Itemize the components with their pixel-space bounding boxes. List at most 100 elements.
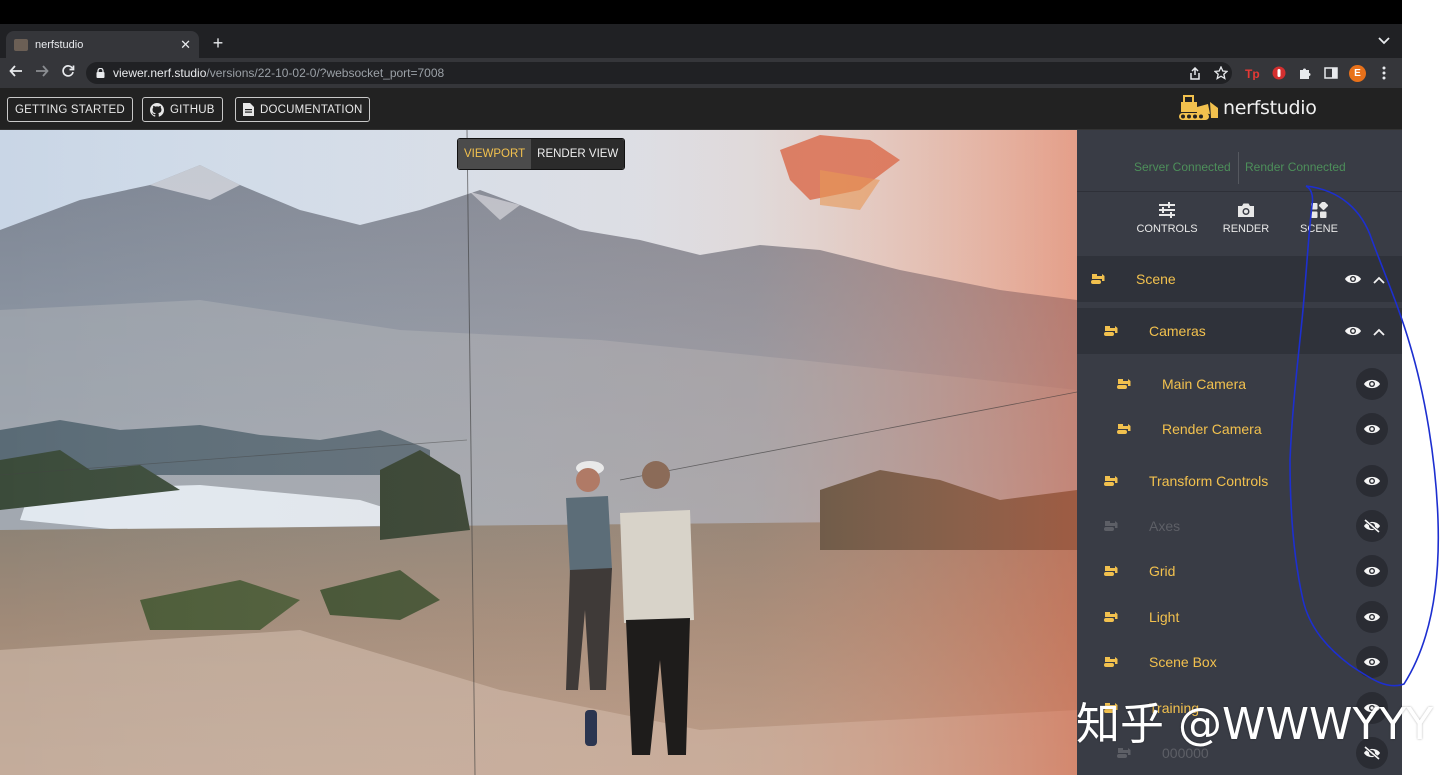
tree-row-scene-box[interactable]: Scene Box bbox=[1077, 641, 1402, 683]
mountain-scene-image bbox=[0, 130, 1077, 775]
status-divider bbox=[1238, 152, 1239, 184]
camera-icon bbox=[1238, 203, 1254, 217]
url-text: viewer.nerf.studio/versions/22-10-02-0/?… bbox=[113, 66, 444, 80]
tree-row-light[interactable]: Light bbox=[1077, 596, 1402, 638]
bulldozer-icon bbox=[1104, 612, 1118, 622]
panel-tabs: CONTROLS RENDER SCENE bbox=[1077, 192, 1402, 310]
connection-status: Server Connected Render Connected bbox=[1077, 130, 1402, 192]
screen: { "browser": { "tab": {"title": "nerfstu… bbox=[0, 0, 1440, 775]
tab-scene[interactable]: SCENE bbox=[1284, 202, 1354, 235]
chevron-up-icon[interactable] bbox=[1373, 325, 1385, 339]
documentation-button[interactable]: DOCUMENTATION bbox=[235, 97, 371, 122]
svg-text:Tp: Tp bbox=[1245, 67, 1260, 80]
eye-icon[interactable] bbox=[1356, 646, 1388, 678]
tab-render-label: RENDER bbox=[1222, 223, 1270, 235]
tab-search-icon[interactable] bbox=[1378, 34, 1390, 48]
github-button[interactable]: GITHUB bbox=[142, 97, 223, 122]
tree-row-label: Main Camera bbox=[1162, 376, 1247, 392]
browser-tab[interactable]: nerfstudio ✕ bbox=[6, 31, 199, 58]
grid-icon bbox=[1311, 202, 1328, 218]
documentation-label: DOCUMENTATION bbox=[260, 103, 363, 116]
tree-row-label: Axes bbox=[1149, 518, 1181, 534]
bulldozer-icon bbox=[1117, 424, 1131, 434]
tree-row-label: Render Camera bbox=[1162, 421, 1262, 437]
eye-off-icon[interactable] bbox=[1356, 510, 1388, 542]
tree-row-grid[interactable]: Grid bbox=[1077, 550, 1402, 592]
document-icon bbox=[243, 103, 254, 116]
getting-started-label: GETTING STARTED bbox=[15, 103, 125, 116]
tab-controls-label: CONTROLS bbox=[1136, 223, 1198, 235]
eye-icon[interactable] bbox=[1356, 555, 1388, 587]
github-icon bbox=[150, 102, 164, 117]
close-tab-icon[interactable]: ✕ bbox=[180, 37, 191, 53]
url-path: /versions/22-10-02-0/?websocket_port=700… bbox=[206, 66, 445, 80]
screen-top-bar bbox=[0, 0, 1402, 24]
eye-icon[interactable] bbox=[1356, 465, 1388, 497]
menu-icon[interactable] bbox=[1376, 65, 1392, 81]
tab-title: nerfstudio bbox=[35, 38, 84, 51]
bulldozer-icon bbox=[1104, 566, 1118, 576]
control-panel: Server Connected Render Connected CONTRO… bbox=[1077, 130, 1402, 775]
address-bar[interactable]: viewer.nerf.studio/versions/22-10-02-0/?… bbox=[86, 62, 1232, 84]
tree-row-label: Transform Controls bbox=[1149, 473, 1269, 489]
bulldozer-icon bbox=[1091, 274, 1105, 284]
bulldozer-icon bbox=[1104, 476, 1118, 486]
tree-row-label: Light bbox=[1149, 609, 1180, 625]
bulldozer-icon bbox=[1179, 95, 1218, 120]
bulldozer-icon bbox=[1104, 326, 1118, 336]
github-label: GITHUB bbox=[170, 103, 215, 116]
nerfstudio-favicon-icon bbox=[14, 38, 28, 51]
extension-shield-icon[interactable] bbox=[1271, 65, 1287, 81]
tab-controls[interactable]: CONTROLS bbox=[1132, 202, 1202, 235]
tree-row-label: Scene Box bbox=[1149, 654, 1217, 670]
eye-icon[interactable] bbox=[1356, 413, 1388, 445]
eye-icon[interactable] bbox=[1337, 263, 1369, 295]
extension-red-icon[interactable]: Tp bbox=[1245, 65, 1261, 81]
zhihu-watermark: 知乎 @WWWYYY bbox=[1076, 699, 1434, 750]
tree-row-label: Cameras bbox=[1149, 323, 1206, 339]
3d-viewport[interactable]: VIEWPORT RENDER VIEW bbox=[0, 130, 1077, 775]
tree-row-axes[interactable]: Axes bbox=[1077, 505, 1402, 547]
profile-avatar[interactable]: E bbox=[1349, 64, 1366, 82]
tree-row-transform-controls[interactable]: Transform Controls bbox=[1077, 460, 1402, 502]
sliders-icon bbox=[1159, 202, 1175, 218]
sidepanel-icon[interactable] bbox=[1323, 65, 1339, 81]
render-view-toggle-button[interactable]: RENDER VIEW bbox=[531, 139, 625, 169]
chevron-up-icon[interactable] bbox=[1373, 273, 1385, 287]
tree-row-label: Grid bbox=[1149, 563, 1176, 579]
app-header: GETTING STARTED GITHUB DOCUMENTATION ner… bbox=[0, 88, 1402, 130]
back-icon[interactable] bbox=[7, 64, 25, 82]
new-tab-button[interactable]: + bbox=[209, 33, 227, 53]
server-status: Server Connected bbox=[1134, 160, 1231, 174]
bulldozer-icon bbox=[1117, 379, 1131, 389]
tree-row-main-camera[interactable]: Main Camera bbox=[1077, 363, 1402, 405]
bulldozer-icon bbox=[1104, 521, 1118, 531]
nerfstudio-logo: nerfstudio bbox=[1178, 94, 1317, 122]
eye-icon[interactable] bbox=[1356, 601, 1388, 633]
tree-row-label: Scene bbox=[1136, 271, 1176, 287]
render-status: Render Connected bbox=[1245, 160, 1346, 174]
star-icon[interactable] bbox=[1213, 65, 1229, 81]
lock-icon bbox=[96, 68, 105, 78]
toolbar-actions bbox=[1187, 64, 1229, 82]
tree-row-cameras[interactable]: Cameras bbox=[1077, 308, 1402, 354]
viewport-toggle-button[interactable]: VIEWPORT bbox=[458, 139, 532, 169]
browser-window: nerfstudio ✕ + viewer.nerf.studio/versio… bbox=[0, 0, 1402, 775]
eye-icon[interactable] bbox=[1356, 368, 1388, 400]
tab-render[interactable]: RENDER bbox=[1211, 202, 1281, 235]
tab-strip: nerfstudio ✕ + bbox=[0, 24, 1402, 58]
getting-started-button[interactable]: GETTING STARTED bbox=[7, 97, 133, 122]
bulldozer-icon bbox=[1104, 657, 1118, 667]
puzzle-icon[interactable] bbox=[1297, 65, 1313, 81]
share-icon[interactable] bbox=[1187, 65, 1203, 81]
tab-scene-label: SCENE bbox=[1300, 223, 1338, 235]
extensions: Tp E bbox=[1245, 64, 1392, 82]
forward-icon[interactable] bbox=[33, 64, 51, 82]
tree-row-render-camera[interactable]: Render Camera bbox=[1077, 408, 1402, 450]
url-host: viewer.nerf.studio bbox=[113, 66, 207, 80]
logo-text: nerfstudio bbox=[1223, 97, 1317, 119]
eye-icon[interactable] bbox=[1337, 315, 1369, 347]
view-toggle: VIEWPORT RENDER VIEW bbox=[457, 138, 626, 170]
tree-row-scene[interactable]: Scene bbox=[1077, 256, 1402, 302]
reload-icon[interactable] bbox=[59, 64, 77, 82]
